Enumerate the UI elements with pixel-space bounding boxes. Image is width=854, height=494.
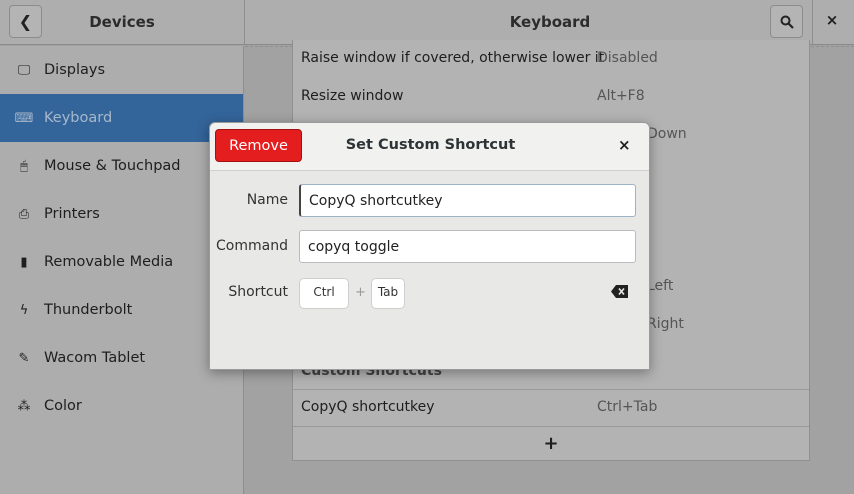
- sidebar-item-thunderbolt[interactable]: ϟ Thunderbolt: [0, 286, 243, 334]
- keyboard-icon: ⌨: [14, 110, 34, 126]
- shortcut-name: Resize window: [301, 88, 404, 104]
- dialog-header: Remove Set Custom Shortcut ×: [210, 123, 649, 171]
- tablet-icon: ✎: [18, 350, 30, 366]
- sidebar-item-label: Displays: [44, 62, 106, 78]
- sidebar-item-label: Wacom Tablet: [44, 350, 146, 366]
- sidebar-item-label: Mouse & Touchpad: [44, 158, 181, 174]
- close-window-button[interactable]: ×: [820, 11, 844, 33]
- name-field[interactable]: CopyQ shortcutkey: [299, 184, 636, 217]
- sidebar: 🖵 Displays ⌨ Keyboard 🖱 Mouse & Touchpad ⎙ P…: [0, 46, 244, 494]
- printer-icon: ⎙: [18, 206, 30, 222]
- search-button[interactable]: [770, 5, 803, 38]
- command-field[interactable]: copyq toggle: [299, 230, 636, 263]
- custom-shortcut-row[interactable]: CopyQ shortcutkey Ctrl+Tab: [293, 389, 809, 427]
- sidebar-item-label: Keyboard: [44, 110, 113, 126]
- shortcut-value: Disabled: [597, 50, 658, 66]
- sidebar-item-wacom-tablet[interactable]: ✎ Wacom Tablet: [0, 334, 243, 382]
- shortcut-value: Ctrl+Tab: [597, 399, 658, 415]
- sidebar-item-color[interactable]: ⁂ Color: [0, 382, 243, 430]
- header-bar: ❮ Devices Keyboard ×: [0, 0, 854, 45]
- sidebar-item-label: Thunderbolt: [44, 302, 133, 318]
- set-custom-shortcut-dialog: Remove Set Custom Shortcut × Name CopyQ …: [209, 122, 650, 370]
- divider: [812, 0, 813, 45]
- sidebar-item-removable-media[interactable]: ▮ Removable Media: [0, 238, 243, 286]
- shortcut-name: CopyQ shortcutkey: [301, 399, 435, 415]
- shortcut-key[interactable]: Tab: [371, 278, 405, 309]
- search-icon: [780, 15, 794, 29]
- shortcut-key[interactable]: Ctrl: [299, 278, 349, 309]
- mouse-icon: 🖱: [20, 158, 28, 174]
- display-icon: 🖵: [17, 62, 31, 78]
- shortcut-value: Alt+F8: [597, 88, 645, 104]
- sidebar-item-label: Printers: [44, 206, 100, 222]
- key-separator: +: [355, 285, 366, 300]
- shortcut-row[interactable]: Raise window if covered, otherwise lower…: [293, 40, 809, 78]
- sidebar-title: Devices: [89, 13, 155, 31]
- shortcut-value: Left: [647, 278, 674, 294]
- sidebar-item-label: Removable Media: [44, 254, 174, 270]
- color-icon: ⁂: [17, 398, 31, 414]
- sidebar-item-label: Color: [44, 398, 82, 414]
- shortcut-row[interactable]: Resize window Alt+F8: [293, 78, 809, 116]
- add-shortcut-button[interactable]: +: [293, 428, 809, 460]
- backspace-icon[interactable]: [611, 285, 628, 298]
- close-dialog-button[interactable]: ×: [618, 136, 631, 154]
- thunderbolt-icon: ϟ: [19, 302, 29, 318]
- name-label: Name: [246, 192, 288, 208]
- shortcut-value: Down: [647, 126, 687, 142]
- shortcut-name: Raise window if covered, otherwise lower…: [301, 50, 605, 66]
- shortcut-value: Right: [647, 316, 684, 332]
- sidebar-item-displays[interactable]: 🖵 Displays: [0, 46, 243, 94]
- sidebar-item-mouse-touchpad[interactable]: 🖱 Mouse & Touchpad: [0, 142, 243, 190]
- dialog-title: Set Custom Shortcut: [345, 137, 516, 153]
- sidebar-item-keyboard[interactable]: ⌨ Keyboard: [0, 94, 243, 142]
- usb-icon: ▮: [20, 254, 28, 270]
- shortcut-label: Shortcut: [228, 284, 288, 300]
- sidebar-item-printers[interactable]: ⎙ Printers: [0, 190, 243, 238]
- page-title: Keyboard: [509, 13, 591, 31]
- command-label: Command: [216, 238, 288, 254]
